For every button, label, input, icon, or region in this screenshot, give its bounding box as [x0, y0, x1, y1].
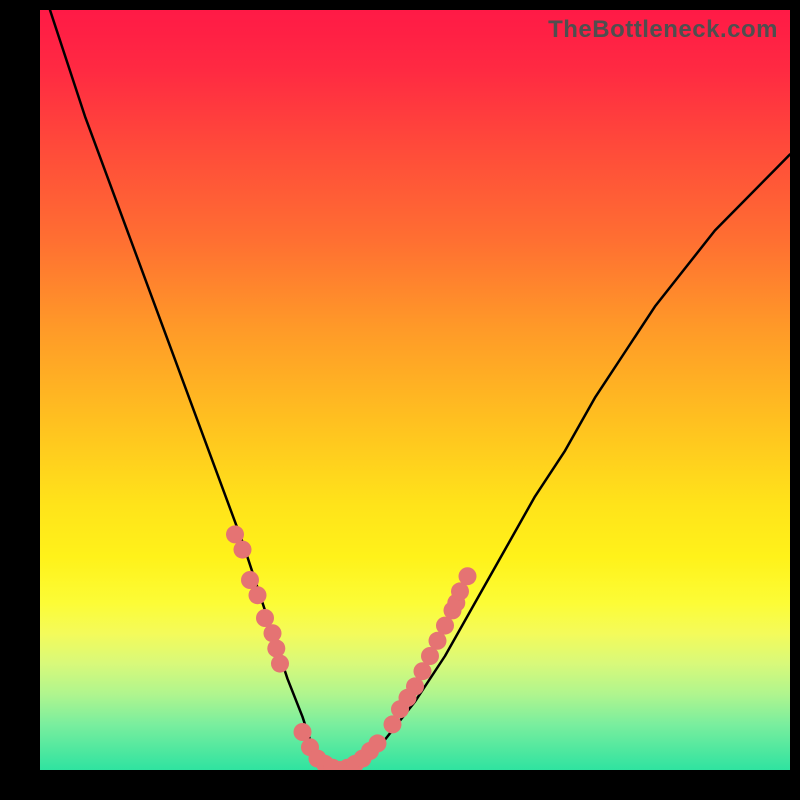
highlight-points [226, 525, 477, 770]
scatter-point [264, 624, 282, 642]
scatter-point [369, 734, 387, 752]
watermark-text: TheBottleneck.com [548, 16, 778, 44]
scatter-point [267, 639, 285, 657]
scatter-point [271, 655, 289, 673]
scatter-point [234, 541, 252, 559]
plot-area: TheBottleneck.com [40, 10, 790, 770]
chart-svg [40, 10, 790, 770]
scatter-point [459, 567, 477, 585]
scatter-point [249, 586, 267, 604]
chart-frame: TheBottleneck.com [0, 0, 800, 800]
bottleneck-curve [40, 10, 790, 770]
